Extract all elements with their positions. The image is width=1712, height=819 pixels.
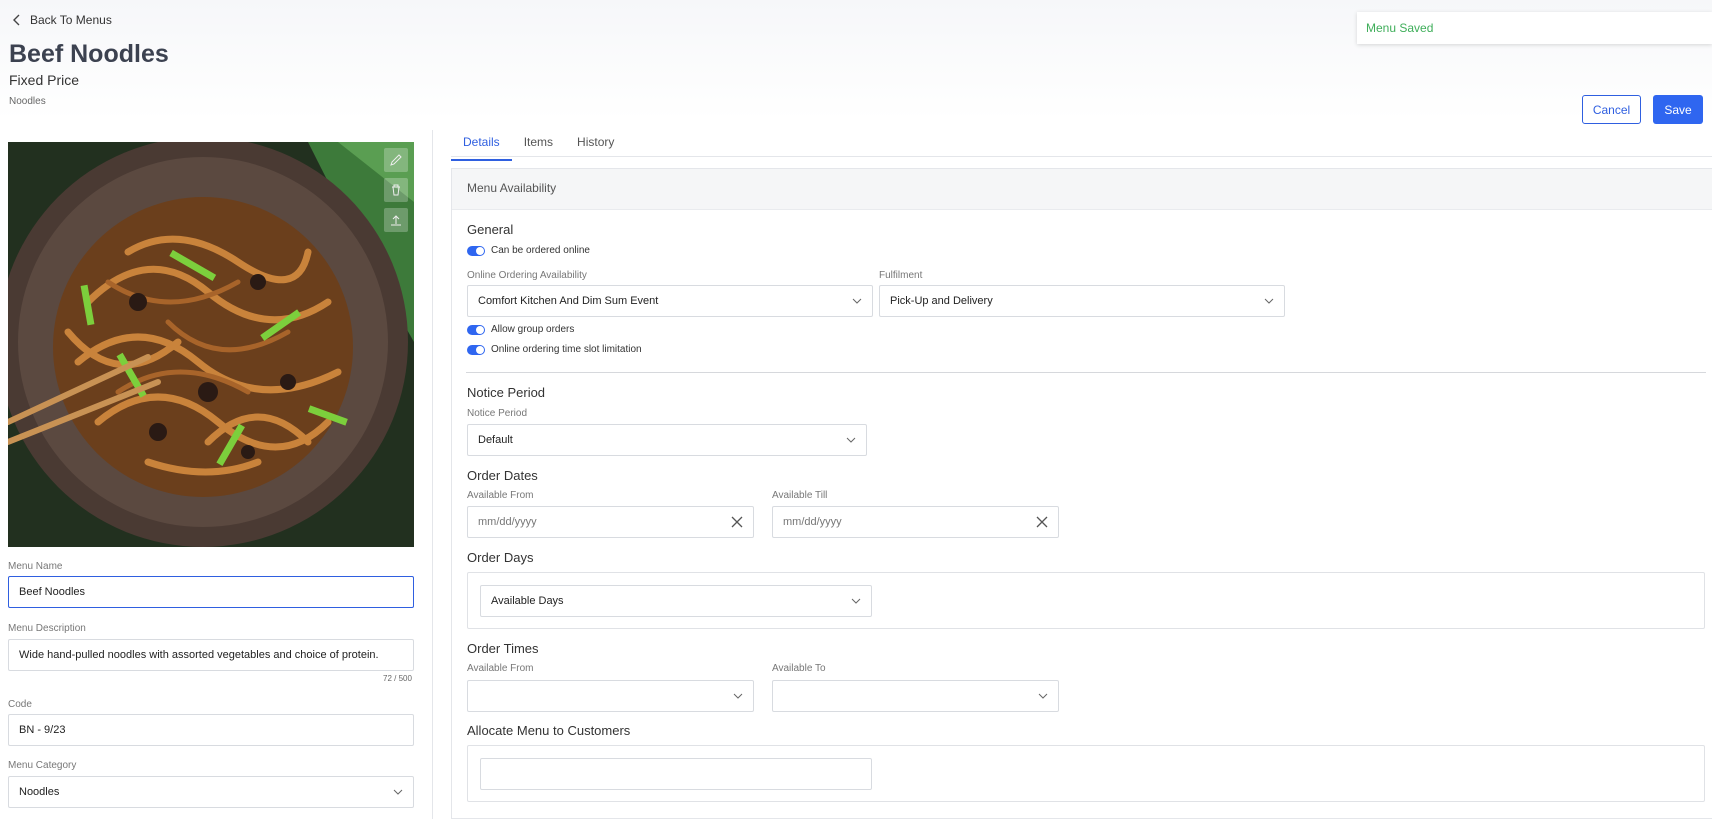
noodle-bowl-image [8, 142, 414, 547]
tabs-underline [451, 156, 1712, 157]
menu-description-input[interactable]: Wide hand-pulled noodles with assorted v… [8, 639, 414, 671]
photo-tools [384, 148, 408, 232]
general-title: General [467, 222, 514, 237]
available-from-label: Available From [467, 490, 534, 501]
can-order-online-label: Can be ordered online [491, 245, 590, 256]
chevron-down-icon [846, 437, 856, 443]
notice-period-label: Notice Period [467, 408, 528, 419]
delete-photo-button[interactable] [384, 178, 408, 202]
chevron-down-icon [1038, 693, 1048, 699]
fulfilment-value: Pick-Up and Delivery [890, 295, 993, 307]
notice-period-title: Notice Period [467, 385, 546, 400]
menu-category-label: Menu Category [8, 760, 77, 771]
times-to-label: Available To [772, 663, 826, 674]
section-divider [466, 372, 1706, 373]
can-order-online-row: Can be ordered online [467, 245, 590, 256]
save-button[interactable]: Save [1653, 95, 1703, 124]
category-crumb: Noodles [9, 96, 46, 107]
menu-category-select[interactable]: Noodles [8, 776, 414, 808]
menu-name-value: Beef Noodles [19, 586, 86, 598]
available-days-select[interactable]: Available Days [480, 585, 872, 617]
pencil-icon [390, 154, 402, 166]
times-to-select[interactable] [772, 680, 1059, 712]
allocate-title: Allocate Menu to Customers [467, 723, 631, 738]
available-till-placeholder: mm/dd/yyyy [783, 516, 842, 528]
cancel-button[interactable]: Cancel [1582, 95, 1641, 124]
chevron-down-icon [393, 789, 403, 795]
available-till-input[interactable]: mm/dd/yyyy [772, 506, 1059, 538]
menu-name-input[interactable]: Beef Noodles [8, 576, 414, 608]
times-from-label: Available From [467, 663, 534, 674]
time-slot-row: Online ordering time slot limitation [467, 344, 642, 355]
time-slot-toggle[interactable] [467, 344, 485, 355]
available-till-label: Available Till [772, 490, 828, 501]
available-from-placeholder: mm/dd/yyyy [478, 516, 537, 528]
group-orders-row: Allow group orders [467, 324, 574, 335]
chevron-left-icon [13, 14, 20, 26]
available-from-input[interactable]: mm/dd/yyyy [467, 506, 754, 538]
clear-icon[interactable] [731, 516, 743, 528]
upload-icon [391, 215, 401, 226]
order-times-title: Order Times [467, 641, 539, 656]
panel-header: Menu Availability [452, 169, 1712, 210]
edit-photo-button[interactable] [384, 148, 408, 172]
column-divider [432, 130, 433, 819]
menu-name-label: Menu Name [8, 561, 63, 572]
menu-description-value: Wide hand-pulled noodles with assorted v… [19, 649, 379, 661]
group-orders-label: Allow group orders [491, 324, 575, 335]
upload-photo-button[interactable] [384, 208, 408, 232]
page-subtitle: Fixed Price [9, 72, 80, 88]
chevron-down-icon [1264, 298, 1274, 304]
back-label: Back To Menus [30, 13, 112, 27]
time-slot-label: Online ordering time slot limitation [491, 344, 642, 355]
fulfilment-select[interactable]: Pick-Up and Delivery [879, 285, 1285, 317]
clear-icon[interactable] [1036, 516, 1048, 528]
code-input[interactable]: BN - 9/23 [8, 714, 414, 746]
can-order-online-toggle[interactable] [467, 245, 485, 256]
notice-period-value: Default [478, 434, 513, 446]
chevron-down-icon [733, 693, 743, 699]
availability-panel [451, 168, 1712, 819]
online-availability-label: Online Ordering Availability [467, 270, 587, 281]
order-days-title: Order Days [467, 550, 534, 565]
menu-photo [8, 142, 414, 547]
online-availability-select[interactable]: Comfort Kitchen And Dim Sum Event [467, 285, 873, 317]
menu-description-label: Menu Description [8, 623, 86, 634]
menu-category-value: Noodles [19, 786, 60, 798]
times-from-select[interactable] [467, 680, 754, 712]
group-orders-toggle[interactable] [467, 324, 485, 335]
page-title: Beef Noodles [9, 40, 169, 68]
trash-icon [392, 184, 400, 196]
code-value: BN - 9/23 [19, 724, 66, 736]
available-days-value: Available Days [491, 595, 564, 607]
fulfilment-label: Fulfilment [879, 270, 923, 281]
back-to-menus-link[interactable]: Back To Menus [12, 13, 112, 27]
code-label: Code [8, 699, 32, 710]
description-counter: 72 / 500 [383, 674, 412, 683]
chevron-down-icon [852, 298, 862, 304]
online-availability-value: Comfort Kitchen And Dim Sum Event [478, 295, 659, 307]
order-dates-title: Order Dates [467, 468, 538, 483]
save-toast: Menu Saved [1357, 12, 1712, 44]
toast-message: Menu Saved [1366, 21, 1434, 35]
allocate-customers-input[interactable] [480, 758, 872, 790]
chevron-down-icon [851, 598, 861, 604]
notice-period-select[interactable]: Default [467, 424, 867, 456]
